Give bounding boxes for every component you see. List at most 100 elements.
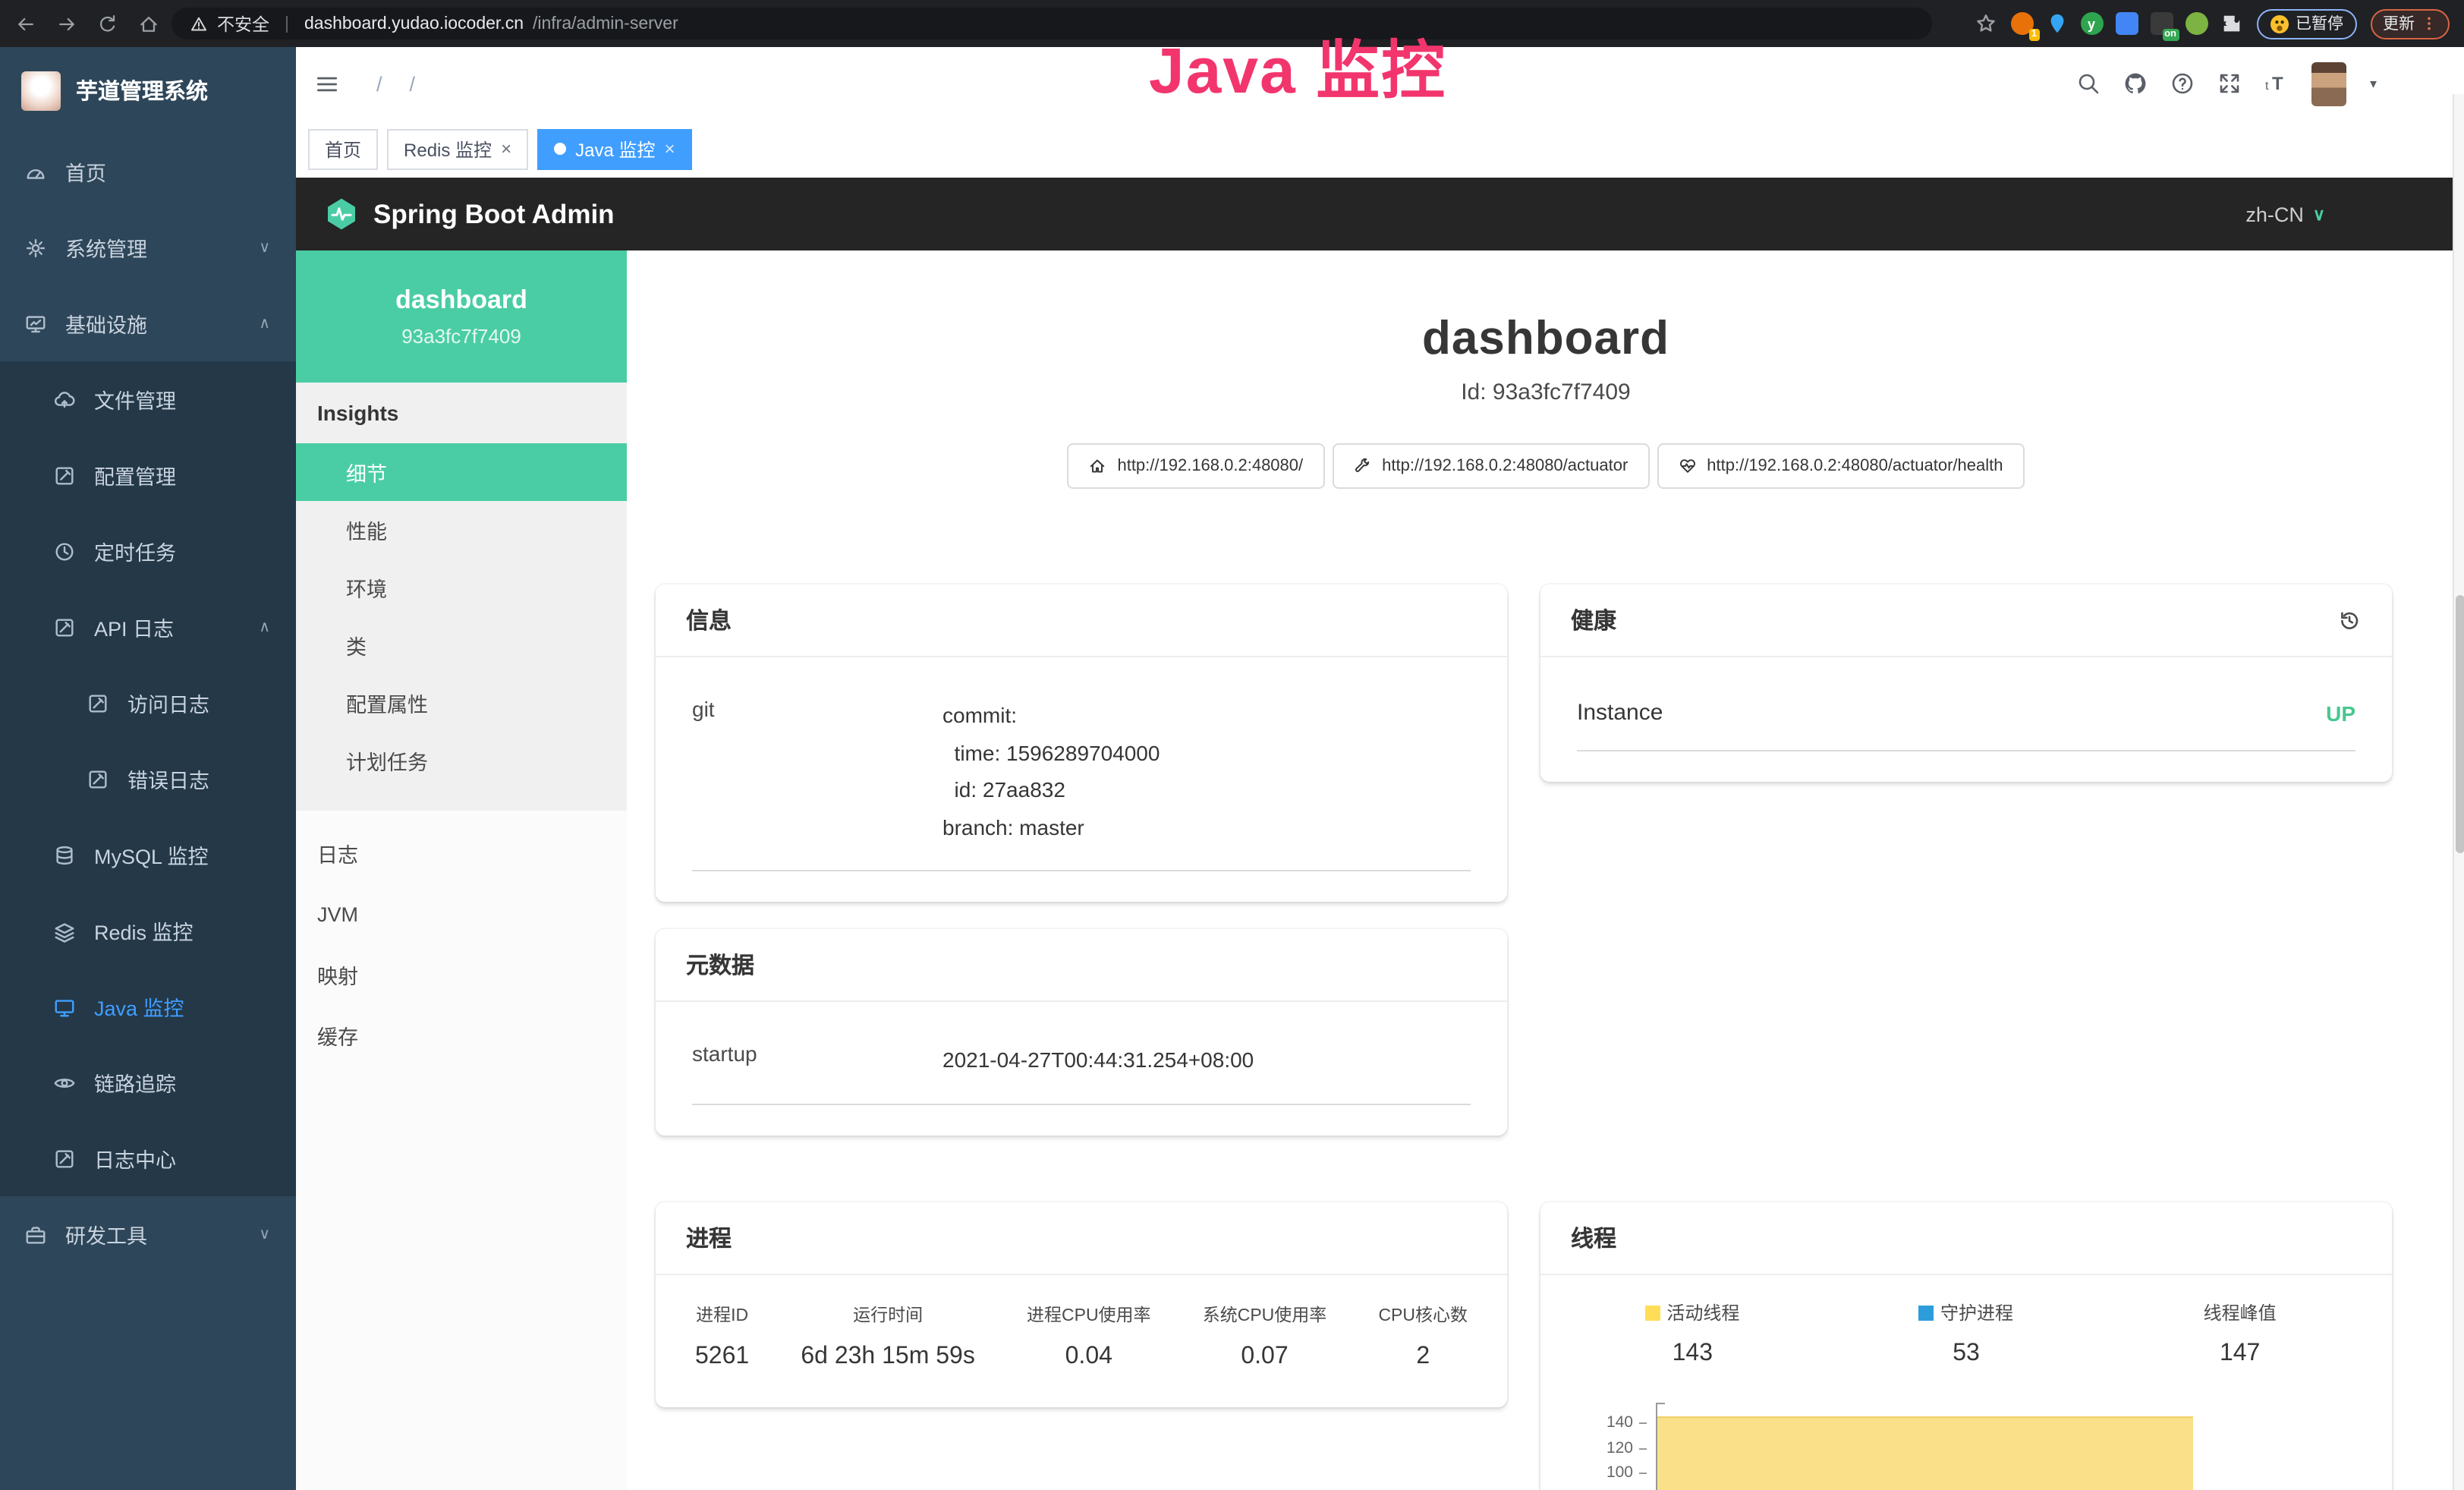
instance-menu-item[interactable]: 日志 (296, 823, 627, 884)
extension-icon[interactable]: y (2080, 12, 2103, 35)
extension-icon[interactable]: on (2150, 12, 2173, 35)
bookmark-star-icon[interactable] (1974, 12, 1997, 35)
sba-brand[interactable]: Spring Boot Admin (373, 198, 615, 230)
instance-link-button[interactable]: http://192.168.0.2:48080/ (1067, 443, 1324, 489)
log-edit-icon (87, 691, 109, 714)
address-bar[interactable]: 不安全 | dashboard.yudao.iocoder.cn/infra/a… (172, 8, 1932, 39)
process-card-title: 进程 (656, 1202, 1507, 1275)
sidebar-item[interactable]: MySQL 监控 (0, 817, 296, 893)
metadata-value: 2021-04-27T00:44:31.254+08:00 (942, 1041, 1254, 1079)
page-tab[interactable]: 首页 × (308, 128, 378, 169)
process-metric: 进程ID 5261 (695, 1303, 749, 1371)
sidebar-item[interactable]: 定时任务 (0, 513, 296, 589)
instance-menu-item[interactable]: 性能 (296, 501, 627, 559)
page-tab[interactable]: Java 监控 × (537, 128, 691, 169)
y-axis-tick: 140 (1577, 1413, 1647, 1432)
health-card: 健康 Instance UP (1540, 584, 2392, 782)
sidebar-item[interactable]: Redis 监控 (0, 893, 296, 969)
instance-menu-item[interactable]: 映射 (296, 944, 627, 1005)
layers-icon (53, 919, 76, 942)
close-icon[interactable]: × (501, 138, 511, 159)
scrollbar-thumb[interactable] (2456, 595, 2464, 853)
instance-id: 93a3fc7f7409 (401, 325, 521, 348)
sidebar-item[interactable]: 系统管理 ∨ (0, 209, 296, 285)
sidebar-item[interactable]: API 日志 ∧ (0, 589, 296, 665)
header-icons: tT ▾ (2077, 61, 2377, 106)
sba-navbar: Spring Boot Admin zh-CN ∨ (296, 178, 2464, 250)
avatar-caret-down-icon[interactable]: ▾ (2370, 75, 2377, 92)
sidebar-item[interactable]: 基础设施 ∧ (0, 285, 296, 361)
instance-menu-item[interactable]: 计划任务 (296, 732, 627, 789)
sidebar-item[interactable]: Java 监控 (0, 969, 296, 1044)
url-host: dashboard.yudao.iocoder.cn (304, 14, 524, 33)
active-tab-dot (554, 143, 566, 155)
sidebar-item[interactable]: 文件管理 (0, 361, 296, 437)
sidebar-item[interactable]: 错误日志 (0, 741, 296, 817)
instance-links: http://192.168.0.2:48080/ http://192.168… (627, 443, 2464, 489)
metadata-key: startup (692, 1041, 942, 1079)
annotation-java-monitor-title: Java 监控 (1105, 20, 1490, 112)
breadcrumb-item[interactable] (396, 72, 416, 95)
process-metric: 系统CPU使用率 0.07 (1203, 1303, 1327, 1371)
forward-icon[interactable] (56, 13, 77, 34)
user-avatar[interactable] (2312, 61, 2347, 106)
font-size-icon[interactable]: tT (2265, 71, 2289, 96)
close-icon[interactable]: × (664, 138, 675, 159)
instance-menu-item[interactable]: JVM (296, 884, 627, 944)
locale-selector[interactable]: zh-CN ∨ (2245, 203, 2325, 225)
sidebar-item[interactable]: 配置管理 (0, 437, 296, 513)
instance-menu-item[interactable]: 类 (296, 616, 627, 674)
schedule-icon (53, 540, 76, 562)
instance-header[interactable]: dashboard 93a3fc7f7409 (296, 250, 627, 383)
instance-link-button[interactable]: http://192.168.0.2:48080/actuator/health (1657, 443, 2024, 489)
reload-icon[interactable] (97, 13, 118, 34)
cloud-upload-icon (53, 388, 76, 411)
sidebar-item[interactable]: 首页 (0, 134, 296, 209)
url-path: /infra/admin-server (533, 14, 678, 33)
extension-icon[interactable] (2185, 12, 2208, 35)
instance-menu-item[interactable]: 细节 (296, 443, 627, 501)
infra-icon (24, 312, 47, 335)
extension-icon[interactable] (2115, 12, 2138, 35)
heartbeat-icon (1678, 457, 1696, 475)
security-label[interactable]: 不安全 (217, 11, 269, 36)
profile-paused-badge[interactable]: 已暂停 (2256, 8, 2357, 39)
legend-swatch (1645, 1306, 1660, 1321)
search-icon[interactable] (2077, 71, 2101, 96)
github-icon[interactable] (2124, 71, 2148, 96)
page-scrollbar[interactable] (2453, 94, 2464, 1490)
back-icon[interactable] (15, 13, 36, 34)
history-icon[interactable] (2337, 608, 2362, 632)
sidebar-item[interactable]: 链路追踪 (0, 1044, 296, 1120)
page-title: dashboard (627, 311, 2464, 366)
active-threads-area (1657, 1416, 2193, 1490)
sidebar-item[interactable]: 日志中心 (0, 1120, 296, 1196)
fullscreen-icon[interactable] (2218, 71, 2242, 96)
app-logo-row[interactable]: 芋道管理系统 (0, 47, 296, 134)
y-axis-tick: 120 (1577, 1439, 1647, 1457)
instance-menu-item[interactable]: 环境 (296, 559, 627, 616)
extension-icon[interactable]: 1 (2010, 12, 2033, 35)
instance-menu-item[interactable]: 配置属性 (296, 674, 627, 732)
wrench-icon (1353, 457, 1371, 475)
tag-tabs-bar: 首页 × Redis 监控 × Java 监控 × (296, 120, 2464, 178)
metadata-card: 元数据 startup 2021-04-27T00:44:31.254+08:0… (656, 929, 1507, 1135)
help-icon[interactable] (2171, 71, 2195, 96)
browser-home-icon[interactable] (138, 13, 159, 34)
metadata-row-startup: startup 2021-04-27T00:44:31.254+08:00 (692, 1026, 1471, 1104)
browser-menu-icon[interactable] (2421, 15, 2437, 32)
instance-menu-item[interactable]: 缓存 (296, 1005, 627, 1066)
browser-update-button[interactable]: 更新 (2371, 8, 2450, 39)
sidebar-item[interactable]: 访问日志 (0, 665, 296, 741)
extension-icon[interactable] (2045, 12, 2068, 35)
collapse-sidebar-icon[interactable] (314, 71, 340, 96)
instance-link-button[interactable]: http://192.168.0.2:48080/actuator (1332, 443, 1649, 489)
page-tab[interactable]: Redis 监控 × (387, 128, 528, 169)
locale-caret-down-icon: ∨ (2313, 204, 2325, 224)
info-row-git: git commit: time: 1596289704000 id: 27aa… (692, 682, 1471, 871)
log-edit-icon (53, 616, 76, 638)
breadcrumb-item[interactable] (363, 72, 382, 95)
details-content: dashboard Id: 93a3fc7f7409 http://192.16… (627, 250, 2464, 1490)
sidebar-item[interactable]: 研发工具 ∨ (0, 1196, 296, 1272)
extension-icon[interactable] (2220, 12, 2242, 35)
